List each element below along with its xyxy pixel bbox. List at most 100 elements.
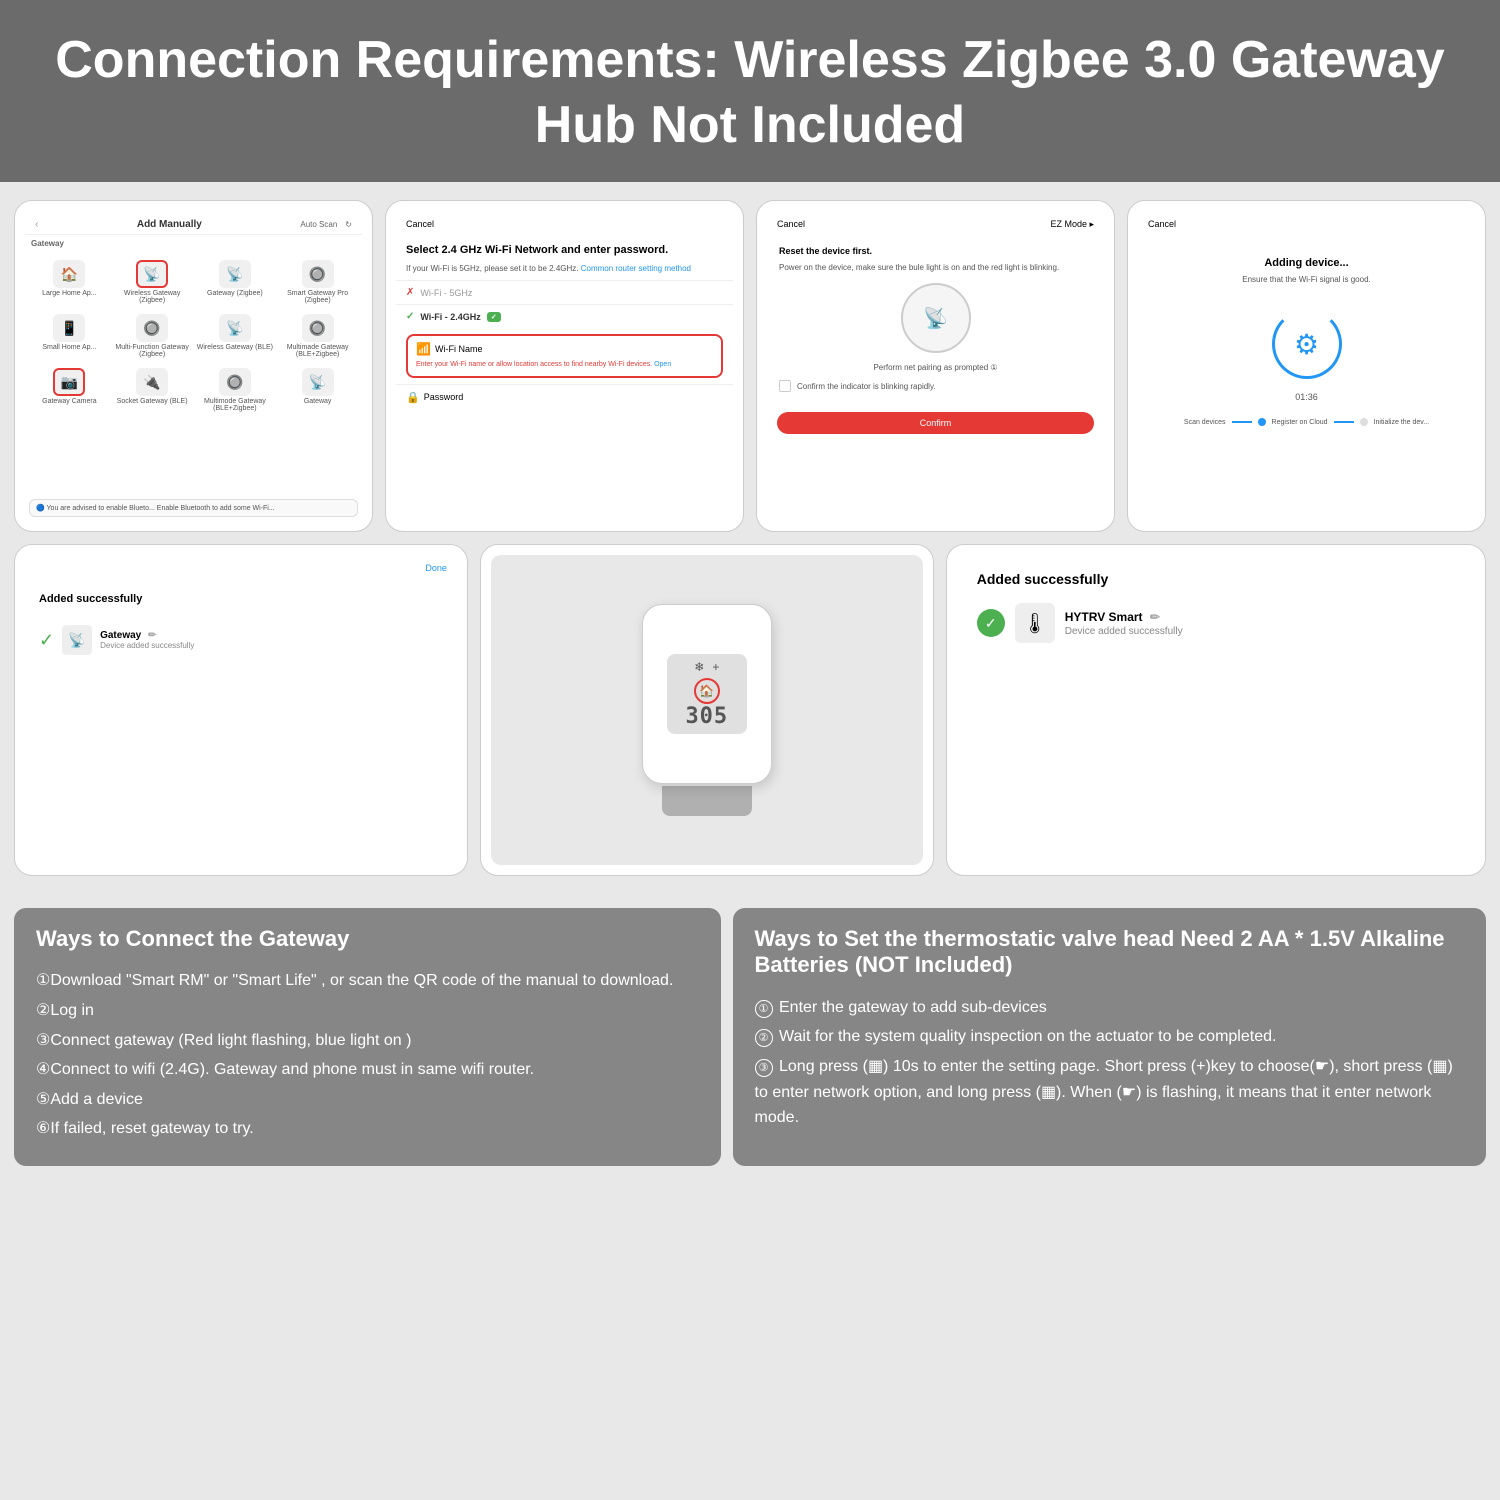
- s5-gateway-icon: 📡: [62, 625, 92, 655]
- wifi-input-area[interactable]: 📶 Wi-Fi Name Enter your Wi-Fi name or al…: [406, 334, 723, 377]
- s5-title: Added successfully: [39, 593, 443, 605]
- s7-edit-icon[interactable]: ✏: [1150, 610, 1160, 624]
- wifi-option-24[interactable]: ✓ Wi-Fi - 2.4GHz ✓: [396, 304, 733, 328]
- s1-wireless-gateway-icon: 📡: [136, 260, 168, 288]
- s2-common-link[interactable]: Common router setting method: [581, 264, 691, 273]
- s1-small-home-icon: 📱: [53, 314, 85, 342]
- s1-gateway-plain-icon: 📡: [302, 368, 334, 396]
- gateway-section-title: Ways to Connect the Gateway: [36, 926, 699, 952]
- s1-header: ‹ Add Manually Auto Scan ↻: [25, 211, 362, 235]
- s4-step-line-2: [1334, 421, 1354, 423]
- s1-socket-gateway[interactable]: 🔌 Socket Gateway (BLE): [112, 364, 193, 416]
- s3-instruction: Reset the device first.: [779, 246, 1092, 256]
- s1-large-home: 🏠 Large Home Ap...: [29, 256, 110, 308]
- gateway-step-6: ⑥If failed, reset gateway to try.: [36, 1116, 699, 1142]
- s1-refresh-icon[interactable]: ↻: [345, 220, 352, 229]
- s3-confirm-btn[interactable]: Confirm: [777, 412, 1094, 434]
- s3-sub: Power on the device, make sure the bule …: [779, 262, 1092, 273]
- wifi-option-5g[interactable]: ✗ Wi-Fi - 5GHz: [396, 280, 733, 304]
- s1-multimode-gateway2-label: Multimode Gateway (BLE+Zigbee): [197, 398, 274, 412]
- s4-step1-label: Scan devices: [1184, 419, 1226, 426]
- device-base: [662, 786, 752, 816]
- s1-grid: 🏠 Large Home Ap... 📡 Wireless Gateway (Z…: [25, 252, 362, 420]
- s1-multimode-gateway2[interactable]: 🔘 Multimode Gateway (BLE+Zigbee): [195, 364, 276, 416]
- s4-gear-icon: ⚙: [1294, 328, 1319, 361]
- screenshot-row-1: ‹ Add Manually Auto Scan ↻ Gateway 🏠 Lar…: [14, 200, 1486, 532]
- s5-device-info: Gateway ✏ Device added successfully: [100, 630, 194, 650]
- s1-back-icon[interactable]: ‹: [35, 219, 38, 230]
- phone-screen-2: Cancel Select 2.4 GHz Wi-Fi Network and …: [396, 211, 733, 521]
- s1-gateway-zigbee-icon: 📡: [219, 260, 251, 288]
- page-header: Connection Requirements: Wireless Zigbee…: [0, 0, 1500, 182]
- wifi-signal-icon: 📶: [416, 342, 431, 356]
- s1-smart-gateway-pro-label: Smart Gateway Pro (Zigbee): [279, 290, 356, 304]
- phone-screen-1: ‹ Add Manually Auto Scan ↻ Gateway 🏠 Lar…: [25, 211, 362, 521]
- phone-screen-3: Cancel EZ Mode ▸ Reset the device first.…: [767, 211, 1104, 521]
- s4-gear-ring: ⚙: [1272, 309, 1342, 379]
- phone-screen-6: ❄ + 🏠 305: [491, 555, 923, 865]
- s3-checkbox[interactable]: [779, 380, 791, 392]
- s1-wireless-gateway[interactable]: 📡 Wireless Gateway (Zigbee): [112, 256, 193, 308]
- circle-num-1: ①: [755, 1000, 773, 1018]
- wifi-open-link[interactable]: Open: [654, 361, 671, 368]
- s1-multifunction-gateway-icon: 🔘: [136, 314, 168, 342]
- snowflake-icon: ❄: [694, 660, 704, 674]
- s1-multifunction-gateway[interactable]: 🔘 Multi-Function Gateway (Zigbee): [112, 310, 193, 362]
- bottom-left-panel: Ways to Connect the Gateway ①Download "S…: [14, 908, 721, 1166]
- device-photo-area: ❄ + 🏠 305: [491, 555, 923, 865]
- wifi-check-icon: ✓: [406, 311, 414, 322]
- s3-check-label: Confirm the indicator is blinking rapidl…: [797, 382, 936, 391]
- plus-icon: +: [712, 660, 719, 674]
- s1-small-home: 📱 Small Home Ap...: [29, 310, 110, 362]
- s1-multimade-gateway[interactable]: 🔘 Multimade Gateway (BLE+Zigbee): [277, 310, 358, 362]
- wifi-input-row: 📶 Wi-Fi Name: [416, 342, 713, 356]
- screen-add-manually: ‹ Add Manually Auto Scan ↻ Gateway 🏠 Lar…: [14, 200, 373, 532]
- password-label: Password: [424, 392, 464, 402]
- s1-gateway-zigbee[interactable]: 📡 Gateway (Zigbee): [195, 256, 276, 308]
- s4-sub: Ensure that the Wi-Fi signal is good.: [1242, 275, 1371, 284]
- s4-cancel-btn[interactable]: Cancel: [1148, 219, 1176, 229]
- s4-step-dot-2: [1258, 418, 1266, 426]
- s4-body: Adding device... Ensure that the Wi-Fi s…: [1138, 237, 1475, 446]
- s1-wireless-gateway-label: Wireless Gateway (Zigbee): [114, 290, 191, 304]
- s3-header: Cancel EZ Mode ▸: [767, 211, 1104, 238]
- s1-gateway-plain[interactable]: 📡 Gateway: [277, 364, 358, 416]
- screen-gateway-added: Done Added successfully ✓ 📡 Gateway ✏ De…: [14, 544, 468, 876]
- valve-section-body: ① Enter the gateway to add sub-devices ②…: [755, 995, 1464, 1131]
- s1-multimade-gateway-label: Multimade Gateway (BLE+Zigbee): [279, 344, 356, 358]
- s5-header: Done: [25, 555, 457, 581]
- s4-timer: 01:36: [1295, 392, 1318, 402]
- s1-wireless-ble-label: Wireless Gateway (BLE): [197, 344, 273, 351]
- s4-steps: Scan devices Register on Cloud Initializ…: [1184, 418, 1429, 426]
- s1-multimade-gateway-icon: 🔘: [302, 314, 334, 342]
- s2-cancel-btn[interactable]: Cancel: [406, 219, 434, 229]
- s1-smart-gateway-pro[interactable]: 🔘 Smart Gateway Pro (Zigbee): [277, 256, 358, 308]
- wifi-5g-label: Wi-Fi - 5GHz: [420, 288, 472, 298]
- s1-wireless-ble[interactable]: 📡 Wireless Gateway (BLE): [195, 310, 276, 362]
- page-title: Connection Requirements: Wireless Zigbee…: [40, 28, 1460, 158]
- s4-step2-label: Register on Cloud: [1272, 419, 1328, 426]
- s1-bluetooth-notice[interactable]: 🔵 You are advised to enable Blueto... En…: [29, 499, 358, 517]
- bottom-section: Ways to Connect the Gateway ①Download "S…: [0, 898, 1500, 1184]
- s3-mode-label[interactable]: EZ Mode ▸: [1050, 219, 1094, 230]
- s2-header: Cancel: [396, 211, 733, 237]
- s1-large-home-icon: 🏠: [53, 260, 85, 288]
- s7-device-name: HYTRV Smart ✏: [1065, 610, 1183, 624]
- phone-screen-4: Cancel Adding device... Ensure that the …: [1138, 211, 1475, 521]
- s1-gateway-zigbee-label: Gateway (Zigbee): [207, 290, 263, 297]
- password-row[interactable]: 🔒 Password: [396, 384, 733, 410]
- wifi-x-icon: ✗: [406, 287, 414, 298]
- s1-multifunction-gateway-label: Multi-Function Gateway (Zigbee): [114, 344, 191, 358]
- s7-body: Added successfully ✓ 🌡 HYTRV Smart ✏ Dev…: [957, 555, 1475, 659]
- s3-cancel-btn[interactable]: Cancel: [777, 219, 805, 230]
- s7-device-info: HYTRV Smart ✏ Device added successfully: [1065, 610, 1183, 637]
- s1-gateway-camera[interactable]: 📷 Gateway Camera: [29, 364, 110, 416]
- s1-bluetooth-text: 🔵 You are advised to enable Blueto... En…: [36, 505, 275, 512]
- screenshot-row-2: Done Added successfully ✓ 📡 Gateway ✏ De…: [14, 544, 1486, 876]
- s5-edit-icon[interactable]: ✏: [148, 630, 156, 641]
- gateway-step-3: ③Connect gateway (Red light flashing, bl…: [36, 1028, 699, 1054]
- s5-done-btn[interactable]: Done: [425, 563, 447, 573]
- screen-adding-device: Cancel Adding device... Ensure that the …: [1127, 200, 1486, 532]
- s4-step3-label: Initialize the dev...: [1374, 419, 1430, 426]
- s1-auto-scan[interactable]: Auto Scan: [300, 220, 337, 229]
